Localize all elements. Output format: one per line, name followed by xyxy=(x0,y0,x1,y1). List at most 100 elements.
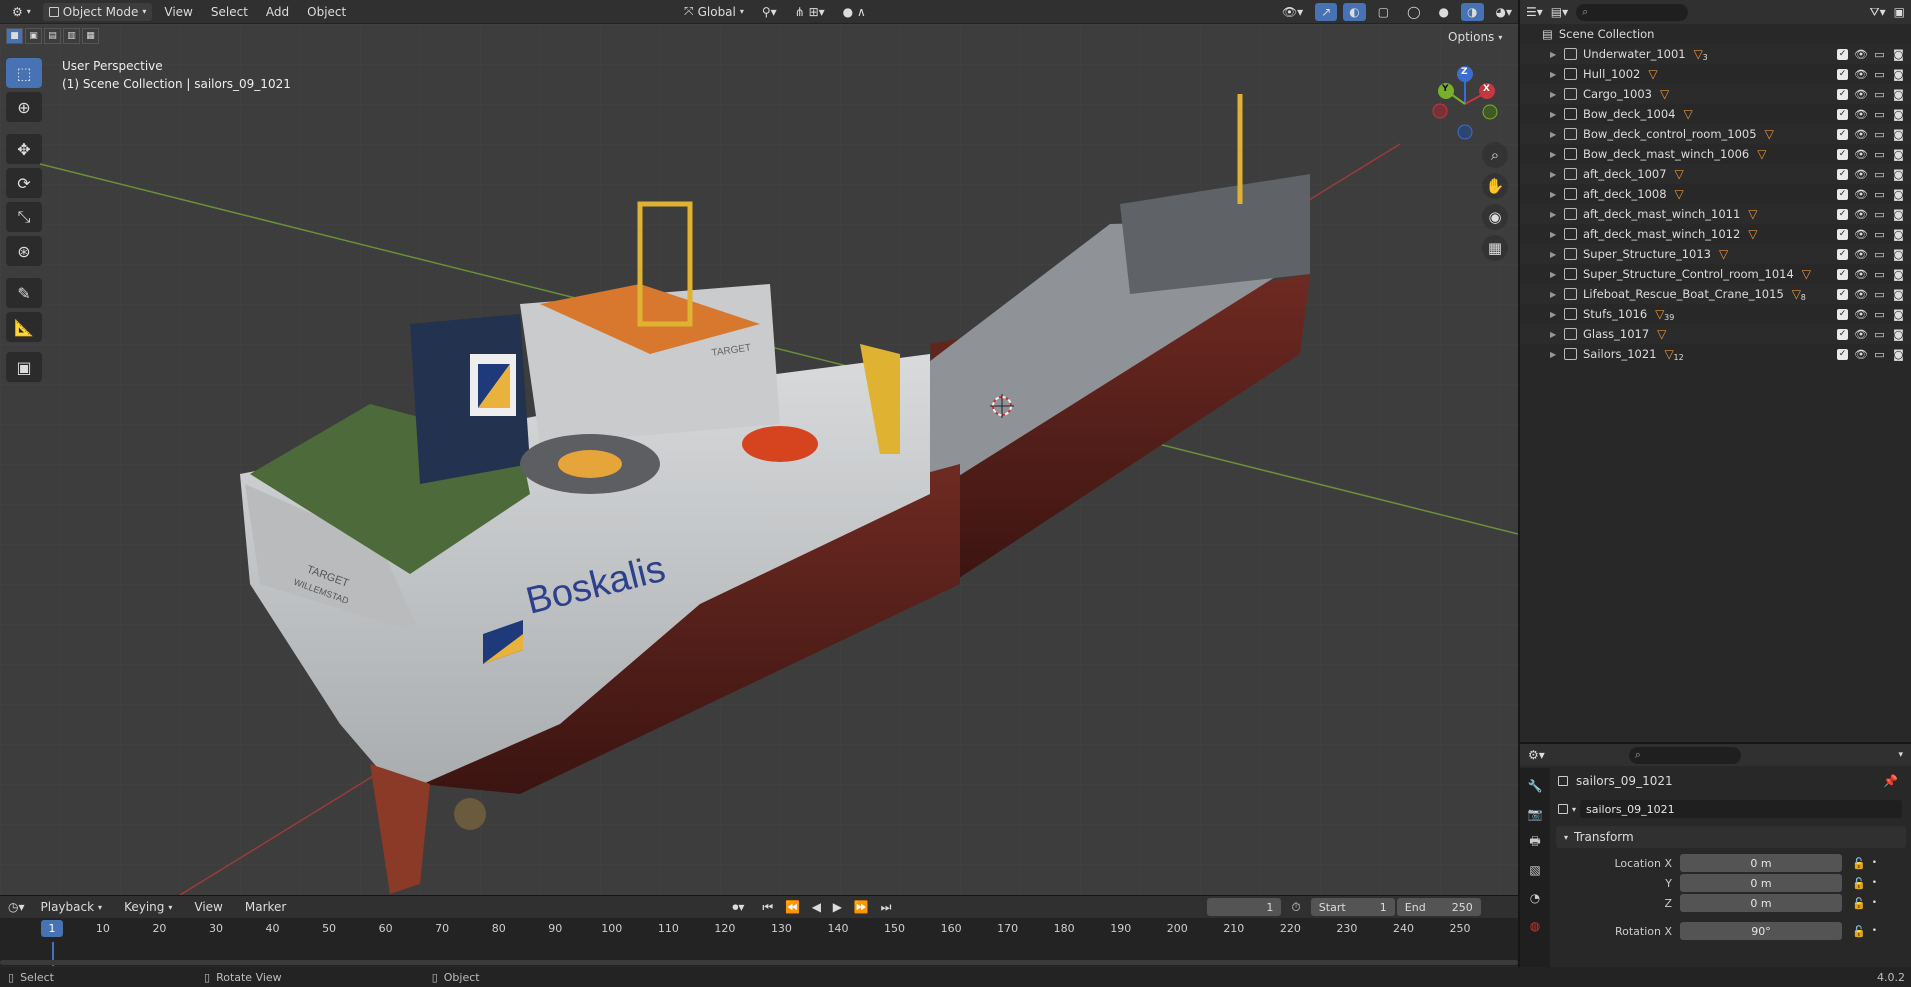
outliner-row[interactable]: ▶ Bow_deck_1004 ▽ ✓ 👁 ▭ ◙ xyxy=(1520,104,1911,124)
start-frame-field[interactable]: Start 1 xyxy=(1310,898,1395,916)
timeline-view-menu[interactable]: View xyxy=(188,898,228,916)
properties-type-icon[interactable]: ⚙▾ xyxy=(1528,748,1545,762)
monitor-icon[interactable]: ▭ xyxy=(1873,188,1886,201)
monitor-icon[interactable]: ▭ xyxy=(1873,288,1886,301)
monitor-icon[interactable]: ▭ xyxy=(1873,48,1886,61)
current-frame-field[interactable]: 1 xyxy=(1207,898,1282,916)
monitor-icon[interactable]: ▭ xyxy=(1873,328,1886,341)
eye-icon[interactable]: 👁 xyxy=(1854,128,1868,141)
lock-location-z-icon[interactable]: 🔓 xyxy=(1852,897,1866,910)
exclude-checkbox[interactable]: ✓ xyxy=(1837,308,1848,320)
pan-hand-icon[interactable]: ✋ xyxy=(1482,173,1508,199)
panel-collapse-icon[interactable]: ▾ xyxy=(1564,833,1568,842)
expand-arrow-icon[interactable]: ▶ xyxy=(1550,330,1560,339)
eye-icon[interactable]: 👁 xyxy=(1854,108,1868,121)
rotation-x-field[interactable]: 90° xyxy=(1680,922,1842,940)
eye-icon[interactable]: 👁 xyxy=(1854,148,1868,161)
lock-location-x-icon[interactable]: 🔓 xyxy=(1852,857,1866,870)
monitor-icon[interactable]: ▭ xyxy=(1873,168,1886,181)
stopwatch-icon[interactable]: ⏱ xyxy=(1291,900,1300,915)
output-tab-icon[interactable]: 🖶 xyxy=(1525,832,1545,852)
mesh-data-icon[interactable]: ▽ xyxy=(1657,327,1666,341)
monitor-icon[interactable]: ▭ xyxy=(1873,108,1886,121)
transform-panel-title[interactable]: Transform xyxy=(1574,830,1634,844)
render-camera-icon[interactable]: ◙ xyxy=(1892,168,1905,181)
mesh-data-icon[interactable]: ▽ xyxy=(1675,167,1684,181)
lock-rotation-x-icon[interactable]: 🔓 xyxy=(1852,925,1866,938)
outliner-row[interactable]: ▶ aft_deck_1007 ▽ ✓ 👁 ▭ ◙ xyxy=(1520,164,1911,184)
outliner-row[interactable]: ▶ Sailors_1021 ▽ 12 ✓ 👁 ▭ ◙ xyxy=(1520,344,1911,364)
annotate-icon[interactable]: ✎ xyxy=(6,278,42,308)
timeline-scrollbar[interactable] xyxy=(0,960,1518,965)
grid-view-icon[interactable]: ▦ xyxy=(1482,235,1508,261)
expand-arrow-icon[interactable]: ▶ xyxy=(1550,150,1560,159)
exclude-checkbox[interactable]: ✓ xyxy=(1837,148,1848,160)
menu-select[interactable]: Select xyxy=(205,3,254,21)
cursor-icon[interactable]: ⊕ xyxy=(6,92,42,122)
pin-icon[interactable]: 📌 xyxy=(1883,774,1898,788)
outliner-row[interactable]: ▶ Bow_deck_control_room_1005 ▽ ✓ 👁 ▭ ◙ xyxy=(1520,124,1911,144)
eye-icon[interactable]: 👁 xyxy=(1854,348,1868,361)
mesh-data-icon[interactable]: ▽ xyxy=(1675,187,1684,201)
menu-object[interactable]: Object xyxy=(301,3,352,21)
exclude-checkbox[interactable]: ✓ xyxy=(1837,108,1848,120)
monitor-icon[interactable]: ▭ xyxy=(1873,128,1886,141)
3d-viewport[interactable]: Boskalis TARGET WILLEMSTAD TARGET User P… xyxy=(0,24,1518,895)
shading-material-icon[interactable]: ◑ xyxy=(1461,2,1484,21)
mode-dropdown[interactable]: Object Mode ▾ xyxy=(42,2,153,21)
outliner-row[interactable]: ▶ Stufs_1016 ▽ 39 ✓ 👁 ▭ ◙ xyxy=(1520,304,1911,324)
eye-icon[interactable]: 👁 xyxy=(1854,268,1868,281)
outliner-row[interactable]: ▶ Super_Structure_1013 ▽ ✓ 👁 ▭ ◙ xyxy=(1520,244,1911,264)
exclude-checkbox[interactable]: ✓ xyxy=(1837,48,1848,60)
monitor-icon[interactable]: ▭ xyxy=(1873,148,1886,161)
rotate-icon[interactable]: ⟳ xyxy=(6,168,42,198)
eye-icon[interactable]: 👁 xyxy=(1854,188,1868,201)
monitor-icon[interactable]: ▭ xyxy=(1873,248,1886,261)
eye-icon[interactable]: 👁 xyxy=(1854,68,1868,81)
exclude-checkbox[interactable]: ✓ xyxy=(1837,128,1848,140)
outliner-type-icon[interactable]: ☰▾ xyxy=(1526,5,1543,19)
camera-icon[interactable]: ◉ xyxy=(1482,204,1508,230)
menu-view[interactable]: View xyxy=(158,3,198,21)
select-box-icon[interactable]: ⬚ xyxy=(6,58,42,88)
editor-type-icon[interactable]: ⚙ ▾ xyxy=(6,3,37,21)
outliner-row[interactable]: ▶ Lifeboat_Rescue_Boat_Crane_1015 ▽ 8 ✓ 👁 ▭ ◙ xyxy=(1520,284,1911,304)
keyframe-location-x-icon[interactable]: • xyxy=(1872,858,1877,868)
location-x-field[interactable]: 0 m xyxy=(1680,854,1842,872)
mesh-data-icon[interactable]: ▽ xyxy=(1648,67,1657,81)
mesh-data-icon[interactable]: ▽ xyxy=(1748,227,1757,241)
expand-arrow-icon[interactable]: ▶ xyxy=(1550,290,1560,299)
mesh-data-icon[interactable]: ▽ xyxy=(1719,247,1728,261)
mesh-data-icon[interactable]: ▽ xyxy=(1748,207,1757,221)
select-intersect-icon[interactable]: ▦ xyxy=(82,28,99,44)
expand-arrow-icon[interactable]: ▶ xyxy=(1550,70,1560,79)
outliner-row[interactable]: ▶ aft_deck_mast_winch_1011 ▽ ✓ 👁 ▭ ◙ xyxy=(1520,204,1911,224)
mesh-data-icon[interactable]: ▽ 39 xyxy=(1655,307,1674,322)
eye-icon[interactable]: 👁 xyxy=(1854,308,1868,321)
expand-arrow-icon[interactable]: ▶ xyxy=(1550,110,1560,119)
expand-arrow-icon[interactable]: ▶ xyxy=(1550,170,1560,179)
navigation-gizmo[interactable]: Z X Y xyxy=(1424,62,1504,142)
add-cube-icon[interactable]: ▣ xyxy=(6,352,42,382)
lock-location-y-icon[interactable]: 🔓 xyxy=(1852,877,1866,890)
mesh-data-icon[interactable]: ▽ xyxy=(1765,127,1774,141)
keyframe-location-z-icon[interactable]: • xyxy=(1872,898,1877,908)
visibility-icon[interactable]: 👁▾ xyxy=(1276,3,1309,21)
expand-arrow-icon[interactable]: ▶ xyxy=(1550,310,1560,319)
new-collection-icon[interactable]: ▣ xyxy=(1894,5,1905,19)
scene-collection-row[interactable]: ▤ Scene Collection xyxy=(1520,24,1911,44)
render-camera-icon[interactable]: ◙ xyxy=(1892,308,1905,321)
shading-wire-icon[interactable]: ◯ xyxy=(1401,3,1426,21)
expand-arrow-icon[interactable]: ▶ xyxy=(1550,210,1560,219)
mesh-data-icon[interactable]: ▽ 8 xyxy=(1792,287,1806,302)
render-camera-icon[interactable]: ◙ xyxy=(1892,48,1905,61)
xray-icon[interactable]: ▢ xyxy=(1372,3,1395,21)
exclude-checkbox[interactable]: ✓ xyxy=(1837,68,1848,80)
display-mode-icon[interactable]: ▤▾ xyxy=(1551,5,1568,19)
exclude-checkbox[interactable]: ✓ xyxy=(1837,208,1848,220)
keying-menu[interactable]: Keying ▾ xyxy=(118,898,178,916)
render-camera-icon[interactable]: ◙ xyxy=(1892,68,1905,81)
location-y-field[interactable]: 0 m xyxy=(1680,874,1842,892)
monitor-icon[interactable]: ▭ xyxy=(1873,348,1886,361)
monitor-icon[interactable]: ▭ xyxy=(1873,68,1886,81)
